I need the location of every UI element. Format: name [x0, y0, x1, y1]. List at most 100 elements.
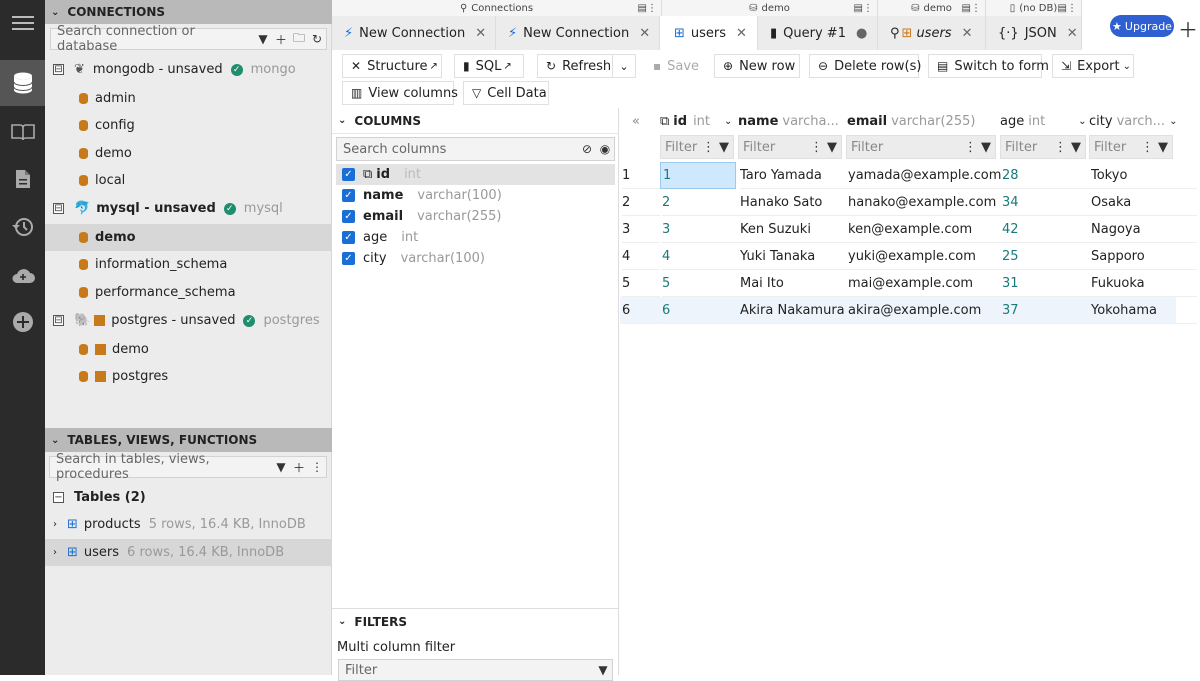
chevron-down-icon[interactable]: ⌄ [724, 116, 732, 127]
filter-icon[interactable]: ▼ [272, 460, 290, 474]
unsaved-dot-icon[interactable]: ● [856, 26, 867, 41]
group-menu-icon[interactable]: ▤⋮ [962, 3, 981, 14]
book-icon[interactable] [0, 109, 45, 155]
structure-button[interactable]: ✕ Structure ↗ [342, 54, 442, 78]
table-cell[interactable]: Yuki Tanaka [740, 243, 848, 270]
table-cell[interactable]: mai@example.com [848, 270, 1002, 297]
table-cell[interactable]: Akira Nakamura [740, 297, 848, 324]
tree-connection-postgres[interactable]: ⊟ 🐘 postgres - unsaved ✓ postgres [45, 307, 332, 334]
tables-header[interactable]: ⌄ TABLES, VIEWS, FUNCTIONS [45, 428, 332, 452]
connections-header[interactable]: ⌄ CONNECTIONS [45, 0, 332, 24]
table-cell[interactable]: yamada@example.com [848, 162, 1002, 189]
table-cell[interactable]: hanako@example.com [848, 189, 1002, 216]
filter-icon[interactable]: ▼ [254, 32, 272, 46]
checkbox-checked-icon[interactable]: ✓ [342, 210, 355, 223]
close-icon[interactable]: ✕ [475, 26, 486, 41]
cell-data-button[interactable]: ▽ Cell Data [463, 81, 549, 105]
checkbox-checked-icon[interactable]: ✓ [342, 231, 355, 244]
table-cell[interactable]: 4 [662, 243, 740, 270]
column-header-city[interactable]: city varch... ⌄ [1089, 108, 1195, 134]
add-icon[interactable] [0, 299, 45, 345]
table-search[interactable]: Search in tables, views, procedures ▼ ＋ … [49, 452, 327, 482]
tables-group[interactable]: − Tables (2) [45, 484, 332, 511]
filter-icon[interactable]: ▼ [719, 140, 729, 155]
new-tab-add-icon[interactable]: ＋ [1178, 14, 1198, 43]
tree-db-demo-selected[interactable]: demo [45, 224, 332, 251]
more-icon[interactable]: ⋮ [1141, 140, 1154, 155]
table-cell[interactable]: 2 [662, 189, 740, 216]
close-icon[interactable]: ✕ [639, 26, 650, 41]
menu-icon[interactable] [0, 0, 45, 46]
chevron-down-icon[interactable]: ⌄ [1078, 116, 1086, 127]
refresh-button[interactable]: ↻ Refresh [537, 54, 615, 78]
filter-icon[interactable]: ▼ [1158, 140, 1168, 155]
filter-placeholder[interactable]: Filter [743, 140, 810, 155]
collapse-panel-icon[interactable]: « [632, 108, 640, 134]
chevron-down-icon[interactable]: ⌄ [1169, 116, 1177, 127]
collapse-icon[interactable]: ⊟ [53, 64, 64, 75]
collapse-icon[interactable]: ⊟ [53, 315, 64, 326]
tab-group-connections[interactable]: ⚲ Connections ▤⋮ [332, 0, 662, 16]
table-cell[interactable]: 42 [1002, 216, 1091, 243]
chevron-right-icon[interactable]: › [53, 519, 57, 530]
column-item-age[interactable]: ✓ age int [336, 227, 615, 248]
tab-json[interactable]: {·} JSON ✕ [986, 16, 1082, 50]
tree-db-demo[interactable]: demo [45, 140, 332, 167]
more-icon[interactable]: ⋮ [308, 460, 326, 474]
table-cell[interactable]: 3 [662, 216, 740, 243]
filter-icon[interactable]: ▼ [827, 140, 837, 155]
filter-placeholder[interactable]: Filter [665, 140, 702, 155]
filters-header[interactable]: ⌄ FILTERS [332, 608, 619, 634]
table-cell[interactable]: Fukuoka [1091, 270, 1197, 297]
column-header-email[interactable]: emailvarchar(255)⌄ [847, 108, 997, 134]
delete-rows-button[interactable]: ⊖ Delete row(s) [809, 54, 921, 78]
table-cell[interactable]: akira@example.com [848, 297, 1002, 324]
switch-to-form-button[interactable]: ▤ Switch to form [928, 54, 1049, 78]
file-icon[interactable] [0, 156, 45, 202]
table-cell[interactable]: 25 [1002, 243, 1091, 270]
refresh-dropdown[interactable]: ⌄ [612, 54, 636, 78]
table-cell[interactable]: Yokohama [1091, 297, 1197, 324]
cloud-icon[interactable] [0, 252, 45, 298]
table-search-input[interactable]: Search in tables, views, procedures [56, 452, 272, 482]
tab-new-connection-2[interactable]: ⚡ New Connection ✕ [496, 16, 660, 50]
filter-cell-email[interactable]: Filter ⋮ ▼ [846, 135, 996, 159]
tab-query-1[interactable]: ▮ Query #1 ● [758, 16, 878, 50]
table-cell[interactable]: 5 [662, 270, 740, 297]
table-cell[interactable]: yuki@example.com [848, 243, 1002, 270]
tree-connection-mysql[interactable]: ⊟ 🐬 mysql - unsaved ✓ mysql [45, 195, 332, 222]
history-icon[interactable] [0, 204, 45, 250]
table-cell[interactable]: Nagoya [1091, 216, 1197, 243]
group-menu-icon[interactable]: ▤⋮ [854, 3, 873, 14]
column-header-age[interactable]: age int ⌄ [1000, 108, 1086, 134]
column-item-email[interactable]: ✓ email varchar(255) [336, 206, 615, 227]
checkbox-checked-icon[interactable]: ✓ [342, 252, 355, 265]
filter-cell-city[interactable]: Filter ⋮ ▼ [1089, 135, 1173, 159]
table-cell[interactable]: 28 [1002, 162, 1091, 189]
tab-users[interactable]: ⊞ users ✕ [662, 16, 758, 50]
folder-add-icon[interactable]: 🗀 [290, 29, 308, 50]
filter-placeholder[interactable]: Filter [1094, 140, 1141, 155]
refresh-icon[interactable]: ↻ [308, 32, 326, 46]
more-icon[interactable]: ⋮ [702, 140, 715, 155]
view-columns-button[interactable]: ▥ View columns [342, 81, 458, 105]
add-icon[interactable]: ＋ [290, 459, 308, 476]
filter-icon[interactable]: ▼ [1071, 140, 1081, 155]
tree-db-information-schema[interactable]: information_schema [45, 251, 332, 278]
checkbox-checked-icon[interactable]: ✓ [342, 168, 355, 181]
more-icon[interactable]: ⋮ [1054, 140, 1067, 155]
checkbox-checked-icon[interactable]: ✓ [342, 189, 355, 202]
filter-cell-id[interactable]: Filter ⋮ ▼ [660, 135, 734, 159]
table-cell[interactable]: 31 [1002, 270, 1091, 297]
tree-db-local[interactable]: local [45, 167, 332, 194]
table-item-users[interactable]: › ⊞ users 6 rows, 16.4 KB, InnoDB [45, 539, 332, 566]
table-cell[interactable]: Mai Ito [740, 270, 848, 297]
tree-db-config[interactable]: config [45, 112, 332, 139]
tab-users-pinned[interactable]: ⚲ ⊞ users ✕ [878, 16, 986, 50]
tree-db-pg-postgres[interactable]: postgres [45, 363, 332, 390]
group-menu-icon[interactable]: ▤⋮ [638, 3, 657, 14]
tree-db-performance-schema[interactable]: performance_schema [45, 279, 332, 306]
collapse-icon[interactable]: − [53, 492, 64, 503]
table-cell[interactable]: Hanako Sato [740, 189, 848, 216]
column-item-id[interactable]: ✓ ⧉ id int [336, 164, 615, 185]
